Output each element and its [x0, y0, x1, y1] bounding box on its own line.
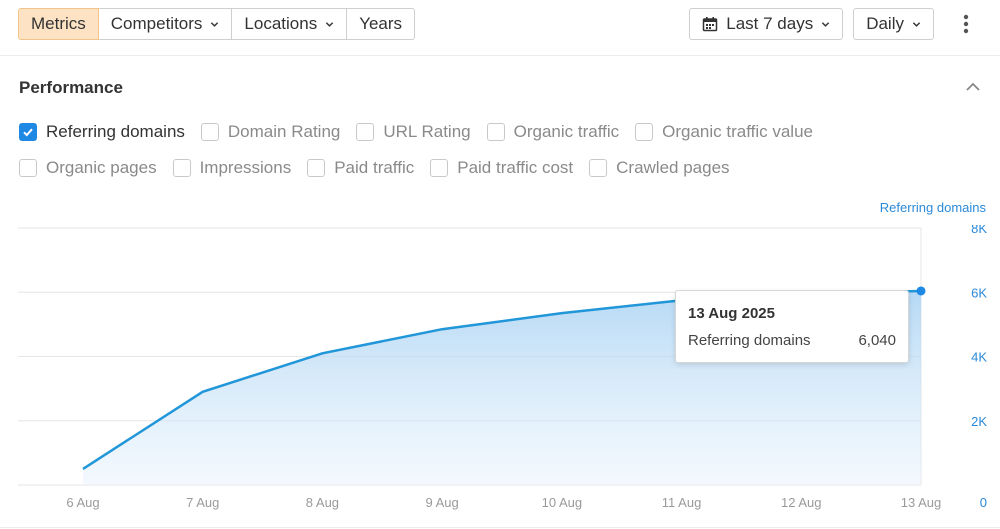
metric-referring-domains[interactable]: Referring domains [19, 122, 185, 142]
toolbar: Metrics Competitors Locations Years Last… [0, 0, 1000, 50]
metric-selector: Referring domains Domain Rating URL Rati… [19, 118, 919, 190]
checkbox-icon[interactable] [486, 123, 505, 141]
tab-label: Metrics [31, 14, 86, 33]
x-tick-label: 11 Aug [662, 495, 702, 510]
bottom-divider [0, 527, 1000, 528]
checkbox-checked-icon[interactable] [19, 123, 37, 141]
right-tools: Last 7 days Daily [689, 8, 978, 40]
chevron-down-icon [912, 21, 921, 27]
tab-locations[interactable]: Locations [232, 8, 348, 40]
toolbar-divider [0, 55, 1000, 56]
metric-label: URL Rating [383, 122, 471, 141]
more-options-icon[interactable] [954, 8, 978, 40]
x-tick-label: 9 Aug [426, 495, 459, 510]
metric-row-1: Referring domains Domain Rating URL Rati… [19, 118, 919, 146]
metric-organic-traffic-value[interactable]: Organic traffic value [635, 122, 813, 142]
tab-competitors[interactable]: Competitors [98, 8, 233, 40]
metric-label: Domain Rating [227, 122, 341, 141]
tab-metrics[interactable]: Metrics [18, 8, 99, 40]
interval-label: Daily [866, 14, 904, 33]
highlighted-data-point[interactable] [916, 286, 926, 296]
checkbox-icon[interactable] [172, 159, 191, 177]
interval-dropdown[interactable]: Daily [853, 8, 934, 40]
y-tick-label: 8K [971, 225, 987, 236]
metric-label: Organic traffic [513, 122, 620, 141]
metric-paid-traffic-cost[interactable]: Paid traffic cost [430, 158, 573, 178]
checkbox-icon[interactable] [19, 159, 37, 177]
checkbox-icon[interactable] [356, 123, 375, 141]
metric-label: Organic traffic value [662, 122, 813, 141]
tooltip-date: 13 Aug 2025 [688, 305, 775, 322]
tab-label: Years [359, 14, 403, 33]
tab-years[interactable]: Years [347, 8, 416, 40]
metric-label: Organic pages [46, 158, 157, 177]
view-tabs: Metrics Competitors Locations Years [18, 8, 416, 40]
metric-url-rating[interactable]: URL Rating [356, 122, 471, 142]
date-range-button[interactable]: Last 7 days [689, 8, 844, 40]
metric-label: Paid traffic cost [457, 158, 574, 177]
metric-impressions[interactable]: Impressions [172, 158, 292, 178]
metric-paid-traffic[interactable]: Paid traffic [307, 158, 414, 178]
x-tick-label: 10 Aug [542, 495, 583, 510]
tab-label: Locations [244, 14, 318, 33]
metric-organic-pages[interactable]: Organic pages [19, 158, 157, 178]
x-tick-label: 8 Aug [306, 495, 339, 510]
chevron-down-icon [211, 21, 219, 27]
checkbox-icon[interactable] [430, 159, 449, 177]
metric-label: Referring domains [46, 122, 185, 141]
metric-domain-rating[interactable]: Domain Rating [200, 122, 341, 142]
chevron-up-icon[interactable] [964, 78, 982, 96]
section-title: Performance [19, 78, 123, 97]
y-axis: 0 2K 4K 6K 8K [971, 225, 987, 510]
referring-domains-chart[interactable]: 0 2K 4K 6K 8K 6 Aug 7 Aug 8 Aug 9 Aug 10 Aug 11 A… [0, 225, 1000, 525]
x-axis: 6 Aug 7 Aug 8 Aug 9 Aug 10 Aug 11 Aug 12 Aug 13… [66, 495, 941, 510]
y-axis-series-label: Referring domains [879, 200, 986, 215]
date-range-label: Last 7 days [726, 14, 814, 33]
metric-label: Paid traffic [334, 158, 415, 177]
tab-label: Competitors [110, 14, 203, 33]
x-tick-label: 6 Aug [66, 495, 99, 510]
x-tick-label: 13 Aug [901, 495, 942, 510]
y-tick-label: 0 [980, 495, 987, 510]
y-tick-label: 2K [971, 414, 987, 429]
chevron-down-icon [326, 21, 334, 27]
checkbox-icon[interactable] [307, 159, 326, 177]
metric-row-2: Organic pages Impressions Paid traffic P… [19, 154, 919, 182]
tooltip-row: Referring domains 6,040 [688, 332, 896, 349]
metric-crawled-pages[interactable]: Crawled pages [589, 158, 730, 178]
y-tick-label: 6K [971, 285, 987, 300]
calendar-icon [703, 17, 718, 32]
metric-organic-traffic[interactable]: Organic traffic [486, 122, 620, 142]
chart-tooltip: 13 Aug 2025 Referring domains 6,040 [675, 290, 909, 363]
metric-label: Crawled pages [616, 158, 730, 177]
x-tick-label: 12 Aug [781, 495, 822, 510]
y-tick-label: 4K [971, 350, 987, 365]
checkbox-icon[interactable] [589, 159, 608, 177]
chevron-down-icon [822, 21, 830, 27]
tooltip-series-name: Referring domains [688, 332, 811, 349]
tooltip-value: 6,040 [858, 332, 896, 349]
checkbox-icon[interactable] [200, 123, 219, 141]
x-tick-label: 7 Aug [186, 495, 219, 510]
metric-label: Impressions [199, 158, 292, 177]
checkbox-icon[interactable] [635, 123, 654, 141]
chart-points [916, 286, 926, 296]
